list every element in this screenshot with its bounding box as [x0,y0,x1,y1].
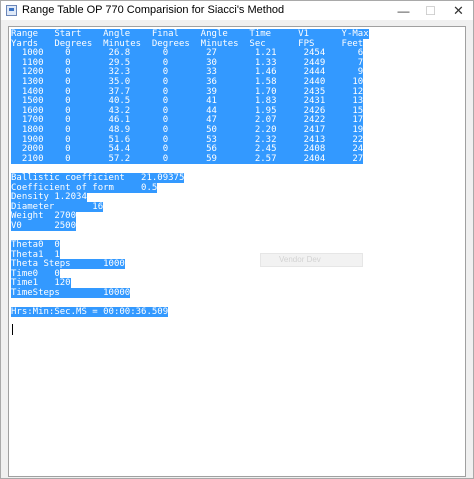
output-line: 1600 0 43.2 0 44 1.95 2426 15 [11,105,364,116]
main-window: Range Table OP 770 Comparision for Siacc… [0,0,474,479]
output-line: Range Start Angle Final Angle Time V1 Y-… [11,29,369,39]
output-line: Theta0 0 [11,240,60,251]
client-area: Range Start Angle Final Angle Time V1 Y-… [1,20,473,478]
output-line: Density 1.2034 [11,192,87,203]
output-line: 1700 0 46.1 0 47 2.07 2422 17 [11,115,364,126]
output-text: Range Start Angle Final Angle Time V1 Y-… [11,29,369,318]
window-title: Range Table OP 770 Comparision for Siacc… [22,4,285,16]
ghost-tooltip: Vendor Dev [260,253,363,267]
output-line: Weight 2700 [11,211,77,222]
output-line: Coefficient of form 0.5 [11,182,158,193]
title-bar[interactable]: Range Table OP 770 Comparision for Siacc… [1,1,473,20]
output-line: Yards Degrees Minutes Degrees Minutes Se… [11,38,364,49]
app-window-icon [6,5,17,16]
output-line: 1000 0 26.8 0 27 1.21 2454 6 [11,48,364,59]
output-line: Time1 120 [11,278,71,289]
close-button[interactable]: ✕ [445,1,472,20]
output-line: Diameter 16 [11,201,104,212]
output-line: 1800 0 48.9 0 50 2.20 2417 19 [11,124,364,135]
output-line: 1500 0 40.5 0 41 1.83 2431 13 [11,96,364,107]
output-line: Ballistic coefficient 21.09375 [11,172,185,183]
output-line: 2000 0 54.4 0 56 2.45 2408 24 [11,144,364,155]
output-line: 1400 0 37.7 0 39 1.70 2435 12 [11,86,364,97]
output-line: 1900 0 51.6 0 53 2.32 2413 22 [11,134,364,145]
output-line: V0 2500 [11,220,77,231]
maximize-button[interactable]: ☐ [417,1,444,20]
output-line: 1300 0 35.0 0 36 1.58 2440 10 [11,76,364,87]
output-line: 1100 0 29.5 0 30 1.33 2449 7 [11,57,364,68]
output-line: 2100 0 57.2 0 59 2.57 2404 27 [11,153,364,164]
output-line: Theta Steps 1000 [11,259,125,270]
output-line: Theta1 1 [11,249,60,260]
output-line: Time0 0 [11,268,60,279]
output-textbox[interactable]: Range Start Angle Final Angle Time V1 Y-… [8,26,466,477]
output-line: 1200 0 32.3 0 33 1.46 2444 9 [11,67,364,78]
output-line: TimeSteps 10000 [11,288,131,299]
text-caret [12,324,13,335]
output-line: Hrs:Min:Sec.MS = 00:00:36.509 [11,307,169,318]
minimize-button[interactable]: — [390,1,417,20]
